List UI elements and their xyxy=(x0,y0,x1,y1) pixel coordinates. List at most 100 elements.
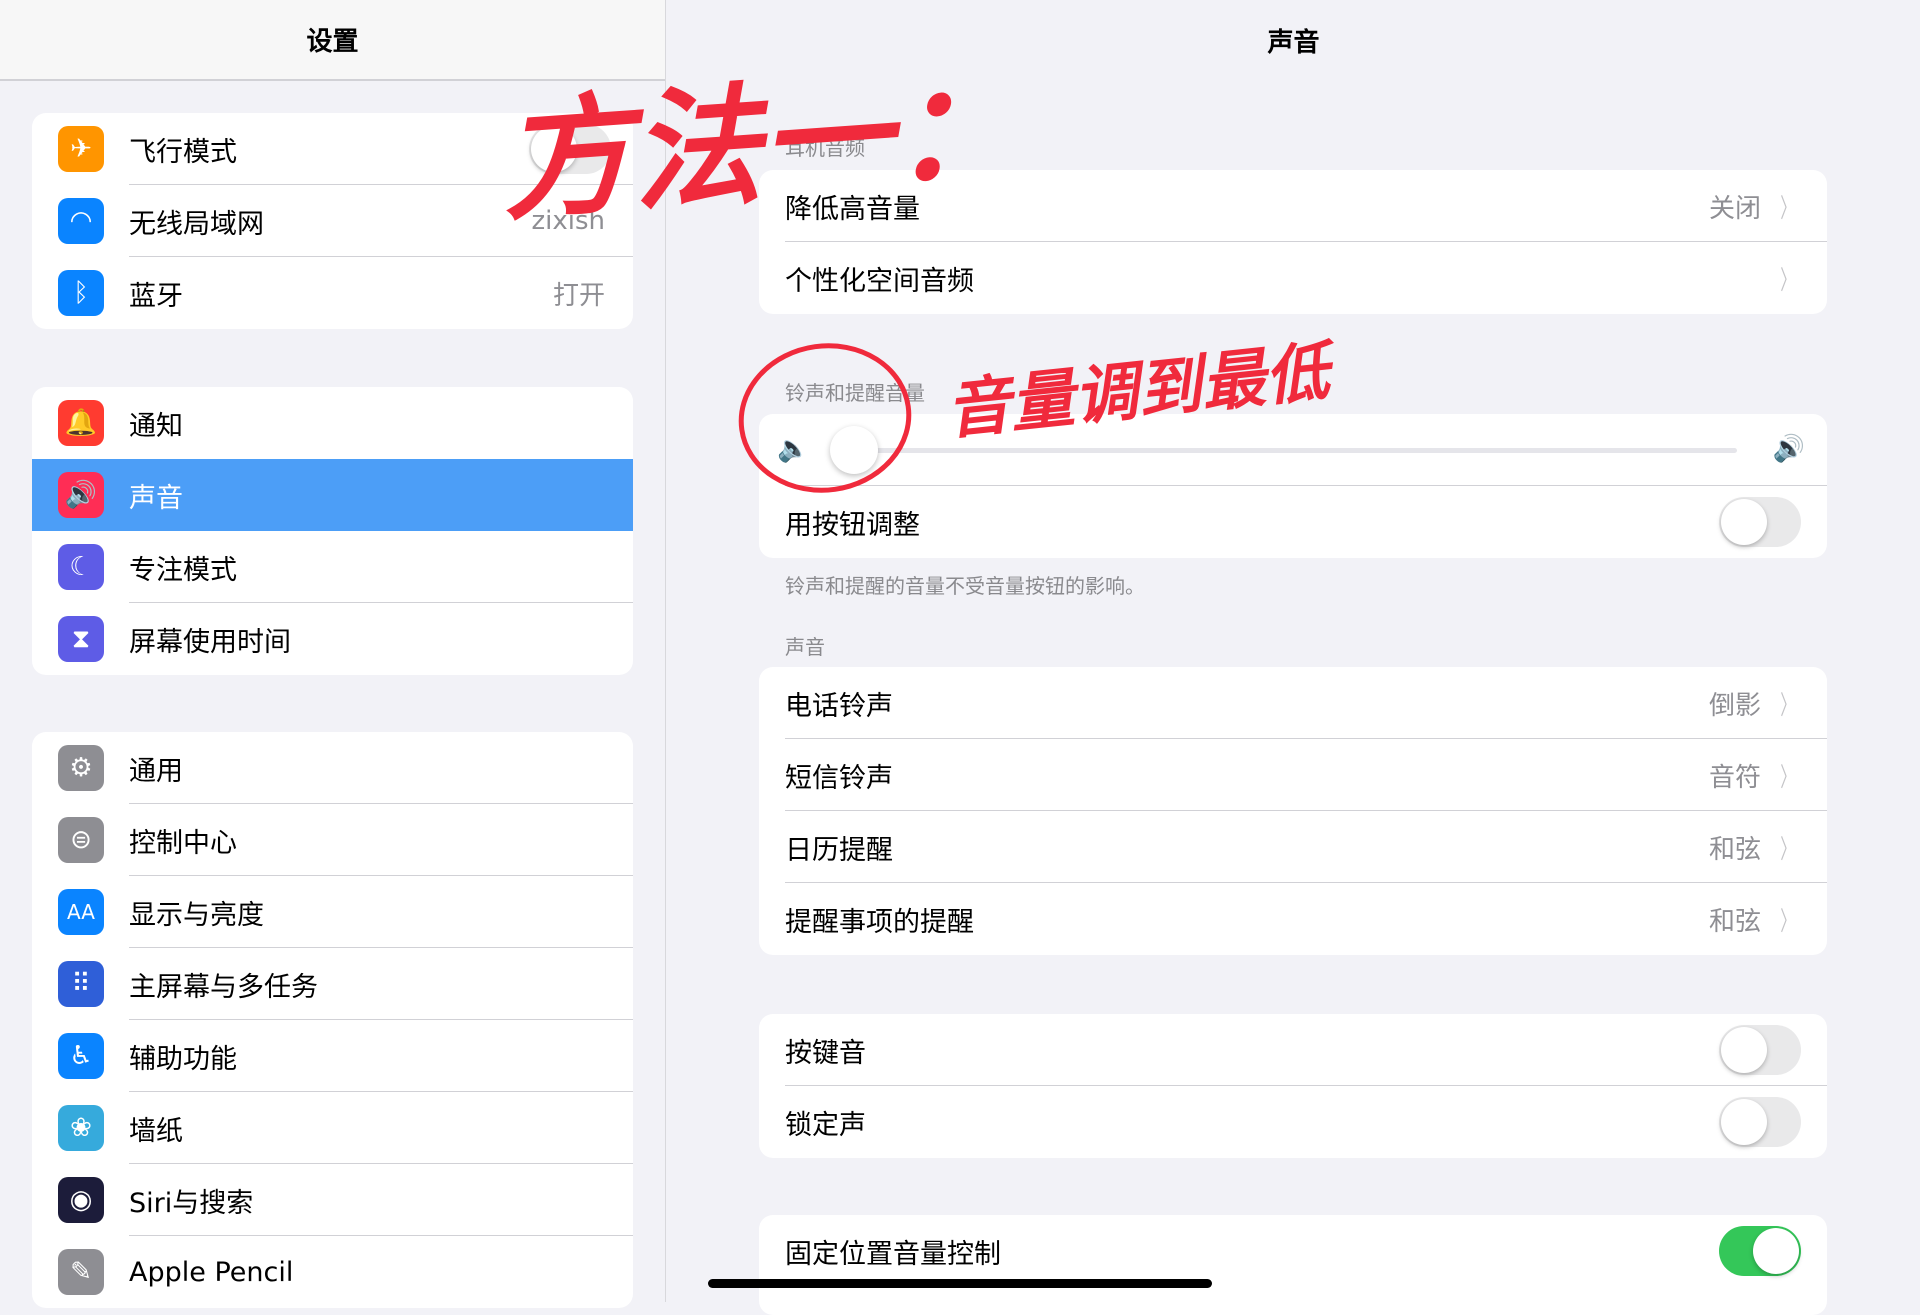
sidebar-item-label: 主屏幕与多任务 xyxy=(129,971,318,1003)
sidebar-item-value: 打开 xyxy=(552,280,605,311)
sidebar-title: 设置 xyxy=(0,0,665,81)
hourglass-icon: ⧗ xyxy=(58,616,104,662)
sidebar-item[interactable]: ⚙ 通用 xyxy=(32,732,633,804)
sidebar-item[interactable]: ❀ 墙纸 xyxy=(32,1092,633,1164)
sidebar-item[interactable]: 🔊 声音 xyxy=(32,459,633,531)
accessibility-icon: ♿ xyxy=(58,1033,104,1079)
chevron-right-icon: 〉 xyxy=(1780,193,1796,224)
section-header-ringer-volume: 铃声和提醒音量 xyxy=(785,381,925,405)
fixed-position-volume-toggle[interactable] xyxy=(1719,1226,1801,1276)
chevron-right-icon: 〉 xyxy=(1780,906,1796,937)
sidebar-item[interactable]: ✎ Apple Pencil xyxy=(32,1236,633,1308)
row-label: 电话铃声 xyxy=(785,690,893,722)
sidebar-item-label: 控制中心 xyxy=(129,827,237,859)
ringer-footnote: 铃声和提醒的音量不受音量按钮的影响。 xyxy=(785,574,1145,598)
speaker-high-icon: 🔊 xyxy=(1772,434,1805,464)
sidebar-item-label: 声音 xyxy=(129,482,183,514)
row-value: 音符 xyxy=(1708,762,1761,793)
toggle-setting-row: 按键音 xyxy=(759,1014,1827,1086)
sidebar-item[interactable]: ✈ 飞行模式 xyxy=(32,113,633,185)
section-header-sounds: 声音 xyxy=(785,635,825,659)
sidebar-item-label: 通用 xyxy=(129,755,183,787)
home-indicator xyxy=(708,1279,1212,1288)
sidebar-item-label: Siri与搜索 xyxy=(129,1187,254,1219)
headphone-audio-group: 降低高音量 关闭〉个性化空间音频〉 xyxy=(759,170,1827,314)
setting-toggle[interactable] xyxy=(1719,1097,1801,1147)
home-grid-icon: ⠿ xyxy=(58,961,104,1007)
chevron-right-icon: 〉 xyxy=(1780,762,1796,793)
row-label: 固定位置音量控制 xyxy=(785,1238,1001,1270)
sounds-group: 电话铃声 倒影〉短信铃声 音符〉日历提醒 和弦〉提醒事项的提醒 和弦〉 xyxy=(759,667,1827,955)
sidebar-item[interactable]: ⠿ 主屏幕与多任务 xyxy=(32,948,633,1020)
change-with-buttons-row: 用按钮调整 xyxy=(759,486,1827,558)
sound-setting-row[interactable]: 电话铃声 倒影〉 xyxy=(759,667,1827,739)
row-value: 和弦 xyxy=(1708,834,1761,865)
speaker-low-icon: 🔈 xyxy=(777,434,810,464)
sidebar-item-label: 飞行模式 xyxy=(129,136,237,168)
sidebar-group: 🔔 通知 🔊 声音 ☾ 专注模式 ⧗ 屏幕使用时间 xyxy=(32,387,633,675)
pencil-icon: ✎ xyxy=(58,1249,104,1295)
sidebar-item[interactable]: ᛒ 蓝牙 打开 xyxy=(32,257,633,329)
row-label: 锁定声 xyxy=(785,1109,866,1141)
speaker-icon: 🔊 xyxy=(58,472,104,518)
ringer-volume-slider[interactable] xyxy=(844,448,1737,453)
sidebar-item[interactable]: ◠ 无线局域网 zixish xyxy=(32,185,633,257)
sound-setting-row[interactable]: 日历提醒 和弦〉 xyxy=(759,811,1827,883)
toggle-setting-row: 锁定声 xyxy=(759,1086,1827,1158)
row-value: 和弦 xyxy=(1708,906,1761,937)
change-with-buttons-toggle[interactable] xyxy=(1719,497,1801,547)
headphone-setting-row[interactable]: 个性化空间音频 〉 xyxy=(759,242,1827,314)
sidebar-group: ✈ 飞行模式 ◠ 无线局域网 zixish ᛒ 蓝牙 打开 xyxy=(32,113,633,329)
sidebar-item[interactable]: ⧗ 屏幕使用时间 xyxy=(32,603,633,675)
row-label: 按键音 xyxy=(785,1037,866,1069)
wifi-icon: ◠ xyxy=(58,198,104,244)
sidebar-item-value: zixish xyxy=(531,206,605,236)
gear-icon: ⚙ xyxy=(58,745,104,791)
headphone-setting-row[interactable]: 降低高音量 关闭〉 xyxy=(759,170,1827,242)
sidebar-item-label: 显示与亮度 xyxy=(129,899,264,931)
sidebar-item-label: 辅助功能 xyxy=(129,1043,237,1075)
airplane-mode-toggle[interactable] xyxy=(529,124,611,174)
sidebar-item-label: 通知 xyxy=(129,410,183,442)
settings-sidebar: 设置 ✈ 飞行模式 ◠ 无线局域网 zixish ᛒ 蓝牙 打开 🔔 通知 🔊 声音 ☾ 专注模式 ⧗ 屏幕使… xyxy=(0,0,666,1308)
sidebar-group: ⚙ 通用 ⊜ 控制中心 AA 显示与亮度 ⠿ 主屏幕与多任务 ♿ 辅助功能 ❀ 墙纸 ◉ Siri与搜索 ✎… xyxy=(32,732,633,1308)
sidebar-item-label: 无线局域网 xyxy=(129,208,264,240)
row-label: 提醒事项的提醒 xyxy=(785,906,974,938)
text-size-icon: AA xyxy=(58,889,104,935)
sidebar-item-label: Apple Pencil xyxy=(129,1256,294,1288)
switches-icon: ⊜ xyxy=(58,817,104,863)
sidebar-item-label: 专注模式 xyxy=(129,554,237,586)
chevron-right-icon: 〉 xyxy=(1780,834,1796,865)
sidebar-item[interactable]: ◉ Siri与搜索 xyxy=(32,1164,633,1236)
ringer-volume-slider-row: 🔈 🔊 xyxy=(759,414,1827,486)
sidebar-item[interactable]: 🔔 通知 xyxy=(32,387,633,459)
keyboard-lock-sounds-group: 按键音 锁定声 xyxy=(759,1014,1827,1158)
fixed-position-volume-control-row: 固定位置音量控制 xyxy=(759,1215,1827,1287)
sidebar-item-label: 蓝牙 xyxy=(129,280,183,312)
sidebar-item[interactable]: ♿ 辅助功能 xyxy=(32,1020,633,1092)
setting-toggle[interactable] xyxy=(1719,1025,1801,1075)
airplane-icon: ✈ xyxy=(58,126,104,172)
sidebar-item[interactable]: ⊜ 控制中心 xyxy=(32,804,633,876)
page-title: 声音 xyxy=(1267,28,1320,58)
sidebar-item-label: 墙纸 xyxy=(129,1115,183,1147)
row-label: 用按钮调整 xyxy=(785,509,920,541)
sound-setting-row[interactable]: 提醒事项的提醒 和弦〉 xyxy=(759,883,1827,955)
ringer-volume-slider-thumb[interactable] xyxy=(830,426,878,474)
fixed-volume-group: 固定位置音量控制 xyxy=(759,1215,1827,1315)
sidebar-item[interactable]: AA 显示与亮度 xyxy=(32,876,633,948)
sidebar-item[interactable]: ☾ 专注模式 xyxy=(32,531,633,603)
section-header-headphone-audio: 耳机音频 xyxy=(785,136,865,160)
notification-bell-icon: 🔔 xyxy=(58,400,104,446)
flower-icon: ❀ xyxy=(58,1105,104,1151)
sidebar-item-label: 屏幕使用时间 xyxy=(129,626,291,658)
chevron-right-icon: 〉 xyxy=(1780,265,1796,296)
moon-icon: ☾ xyxy=(58,544,104,590)
row-label: 日历提醒 xyxy=(785,834,893,866)
row-label: 短信铃声 xyxy=(785,762,893,794)
row-label: 降低高音量 xyxy=(785,193,920,225)
row-value: 关闭 xyxy=(1708,193,1761,224)
ringer-volume-group: 🔈 🔊 用按钮调整 xyxy=(759,414,1827,558)
chevron-right-icon: 〉 xyxy=(1780,690,1796,721)
sound-setting-row[interactable]: 短信铃声 音符〉 xyxy=(759,739,1827,811)
